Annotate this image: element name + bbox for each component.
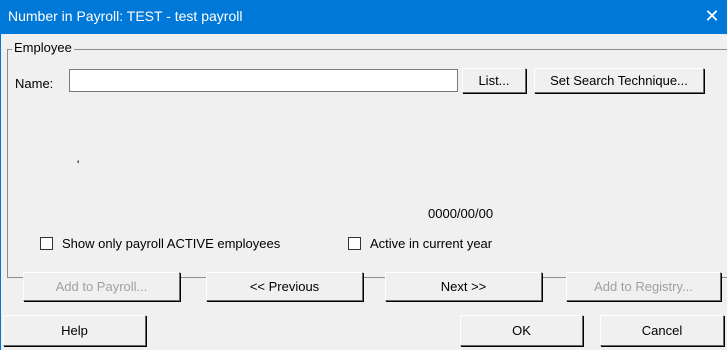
close-icon[interactable]: ✕	[697, 0, 727, 34]
list-button[interactable]: List...	[462, 68, 526, 93]
cancel-button[interactable]: Cancel	[600, 315, 724, 346]
show-active-checkbox[interactable]: Show only payroll ACTIVE employees	[40, 236, 280, 251]
add-to-registry-button[interactable]: Add to Registry...	[566, 272, 721, 301]
name-input[interactable]	[69, 69, 458, 92]
active-year-checkbox-box[interactable]	[348, 237, 361, 250]
help-button[interactable]: Help	[3, 315, 146, 346]
show-active-checkbox-box[interactable]	[40, 237, 53, 250]
active-year-checkbox[interactable]: Active in current year	[348, 236, 492, 251]
active-year-checkbox-label: Active in current year	[370, 236, 493, 251]
add-to-payroll-button[interactable]: Add to Payroll...	[23, 272, 180, 301]
window-title: Number in Payroll: TEST - test payroll	[8, 8, 243, 24]
info-mark: '	[77, 158, 80, 172]
ok-button[interactable]: OK	[460, 315, 583, 346]
employee-group-label: Employee	[12, 40, 74, 55]
show-active-checkbox-label: Show only payroll ACTIVE employees	[62, 236, 281, 251]
next-button[interactable]: Next >>	[385, 272, 542, 301]
date-readout: 0000/00/00	[428, 206, 494, 221]
previous-button[interactable]: << Previous	[206, 272, 363, 301]
title-bar: Number in Payroll: TEST - test payroll ✕	[0, 0, 727, 34]
name-label: Name:	[15, 76, 54, 91]
set-search-technique-button[interactable]: Set Search Technique...	[534, 68, 704, 93]
